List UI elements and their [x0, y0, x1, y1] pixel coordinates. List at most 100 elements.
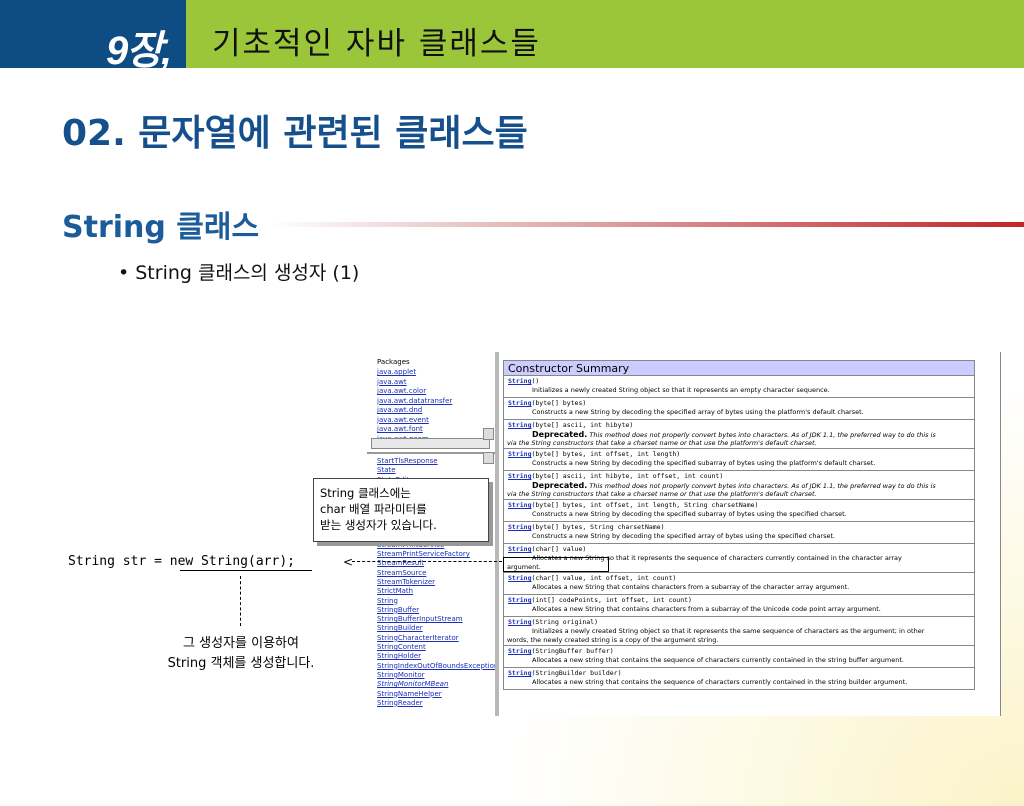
constructor-description: Allocates a new String that contains cha…: [532, 583, 850, 591]
bullet-point: • String 클래스의 생성자 (1): [118, 262, 360, 284]
constructor-signature: String(byte[] ascii, int hibyte): [508, 421, 633, 429]
constructor-signature: String(byte[] ascii, int hibyte, int off…: [508, 472, 723, 480]
constructor-link[interactable]: String: [508, 545, 531, 553]
frame-divider[interactable]: [495, 352, 499, 716]
callout-line-1: String 클래스에는: [320, 486, 411, 500]
constructor-row: String(String original) Initializes a new…: [503, 617, 975, 646]
constructor-link[interactable]: String: [508, 472, 531, 480]
callout-line-3: 받는 생성자가 있습니다.: [320, 518, 437, 532]
arrow-left-icon: <: [343, 555, 354, 569]
deprecated-label: Deprecated.: [532, 430, 588, 439]
package-link[interactable]: java.awt.color: [377, 387, 426, 395]
constructor-description: Deprecated. This method does not properl…: [532, 481, 936, 490]
code-underline: [180, 570, 312, 571]
constructor-signature: String(byte[] bytes): [508, 399, 586, 407]
constructor-params: (byte[] bytes, int offset, int length): [531, 450, 681, 458]
package-link[interactable]: java.awt.event: [377, 416, 429, 424]
code-example: String str = new String(arr);: [68, 554, 295, 569]
constructor-signature: String(byte[] bytes, int offset, int len…: [508, 450, 680, 458]
constructor-params: (byte[] bytes, int offset, int length, S…: [531, 501, 759, 509]
constructor-description-cont: via the String constructors that take a …: [507, 439, 817, 447]
constructor-link[interactable]: String: [508, 421, 531, 429]
constructor-row: String(int[] codePoints, int offset, int…: [503, 595, 975, 617]
class-link[interactable]: StartTlsResponse: [377, 457, 438, 465]
constructor-params: (): [531, 377, 540, 385]
callout-box: String 클래스에는 char 배열 파라미터를 받는 생성자가 있습니다.: [313, 478, 489, 542]
constructor-description: Allocates a new string that contains the…: [532, 678, 908, 686]
constructor-summary-frame: Constructor Summary String() Initializes …: [503, 360, 977, 712]
constructor-signature: String(char[] value): [508, 545, 586, 553]
class-link[interactable]: StringIndexOutOfBoundsException: [377, 662, 495, 670]
deprecated-label: Deprecated.: [532, 481, 588, 490]
constructor-row: String(byte[] ascii, int hibyte) Deprecat…: [503, 420, 975, 449]
class-link[interactable]: String: [377, 597, 398, 605]
class-link[interactable]: StringNameHelper: [377, 690, 442, 698]
class-link[interactable]: StreamPrintServiceFactory: [377, 550, 470, 558]
constructor-row: String(byte[] bytes, int offset, int len…: [503, 449, 975, 471]
constructor-row: String(byte[] bytes, int offset, int len…: [503, 500, 975, 522]
constructor-params: (int[] codePoints, int offset, int count…: [531, 596, 692, 604]
pointer-line: [352, 561, 502, 562]
constructor-params: (String original): [531, 618, 599, 626]
class-link[interactable]: StreamTokenizer: [377, 578, 435, 586]
constructor-signature: String(int[] codePoints, int offset, int…: [508, 596, 692, 604]
deprecated-note: This method does not properly convert by…: [589, 482, 936, 490]
class-link[interactable]: State: [377, 466, 396, 474]
class-link[interactable]: StringMonitor: [377, 671, 425, 679]
constructor-params: (byte[] ascii, int hibyte, int offset, i…: [531, 472, 724, 480]
constructor-link[interactable]: String: [508, 399, 531, 407]
constructor-link[interactable]: String: [508, 669, 531, 677]
scroll-down-arrow-icon[interactable]: [483, 428, 494, 440]
note-line-2: String 객체를 생성합니다.: [167, 656, 315, 671]
constructor-params: (StringBuilder builder): [531, 669, 622, 677]
package-link[interactable]: java.awt: [377, 378, 407, 386]
constructor-row: String(byte[] bytes) Constructs a new Str…: [503, 398, 975, 420]
constructor-params: (byte[] bytes, String charsetName): [531, 523, 665, 531]
highlighted-constructor: [503, 557, 609, 572]
scroll-up-arrow-icon[interactable]: [483, 452, 494, 464]
constructor-link[interactable]: String: [508, 450, 531, 458]
constructor-row: String(StringBuilder builder) Allocates a…: [503, 668, 975, 690]
class-link[interactable]: StringBuilder: [377, 624, 423, 632]
section-title: 02. 문자열에 관련된 클래스들: [62, 113, 528, 154]
class-link[interactable]: StringHolder: [377, 652, 421, 660]
class-link[interactable]: StringContent: [377, 643, 426, 651]
constructor-params: (char[] value, int offset, int count): [531, 574, 677, 582]
constructor-link[interactable]: String: [508, 647, 531, 655]
class-link[interactable]: StringReader: [377, 699, 423, 707]
class-link[interactable]: StrictMath: [377, 587, 413, 595]
constructor-description: Constructs a new String by decoding the …: [532, 408, 864, 416]
constructor-link[interactable]: String: [508, 377, 531, 385]
constructor-description-cont: via the String constructors that take a …: [507, 490, 817, 498]
constructor-params: (byte[] ascii, int hibyte): [531, 421, 634, 429]
constructor-link[interactable]: String: [508, 596, 531, 604]
horizontal-scrollbar[interactable]: [371, 438, 490, 449]
constructor-signature: String(char[] value, int offset, int cou…: [508, 574, 676, 582]
package-link[interactable]: java.awt.font: [377, 425, 423, 433]
class-link[interactable]: StringMonitorMBean: [377, 680, 448, 688]
top-banner: 9장, 기초적인 자바 클래스들: [0, 0, 1024, 73]
subheading-rule: [270, 222, 1024, 227]
constructor-description: Allocates a new string that contains the…: [532, 656, 904, 664]
chapter-title: 기초적인 자바 클래스들: [212, 26, 541, 62]
package-link[interactable]: java.applet: [377, 368, 416, 376]
constructor-row: String(char[] value, int offset, int cou…: [503, 573, 975, 595]
package-link[interactable]: java.awt.dnd: [377, 406, 422, 414]
constructor-link[interactable]: String: [508, 574, 531, 582]
class-link[interactable]: StringBufferInputStream: [377, 615, 463, 623]
constructor-params: (char[] value): [531, 545, 587, 553]
package-link[interactable]: java.awt.datatransfer: [377, 397, 452, 405]
class-link[interactable]: StreamSource: [377, 569, 426, 577]
constructor-row: String(StringBuffer buffer) Allocates a n…: [503, 646, 975, 668]
constructor-description: Constructs a new String by decoding the …: [532, 510, 847, 518]
class-link[interactable]: StringBuffer: [377, 606, 419, 614]
constructor-description: Allocates a new String that contains cha…: [532, 605, 881, 613]
package-list-frame: Packages java.applet java.awt java.awt.col…: [367, 352, 495, 447]
class-link[interactable]: StringCharacterIterator: [377, 634, 459, 642]
deprecated-note: This method does not properly convert by…: [589, 431, 936, 439]
constructor-link[interactable]: String: [508, 618, 531, 626]
constructor-link[interactable]: String: [508, 501, 531, 509]
note-line-1: 그 생성자를 이용하여: [183, 636, 299, 651]
constructor-link[interactable]: String: [508, 523, 531, 531]
constructor-row: String(byte[] ascii, int hibyte, int off…: [503, 471, 975, 500]
